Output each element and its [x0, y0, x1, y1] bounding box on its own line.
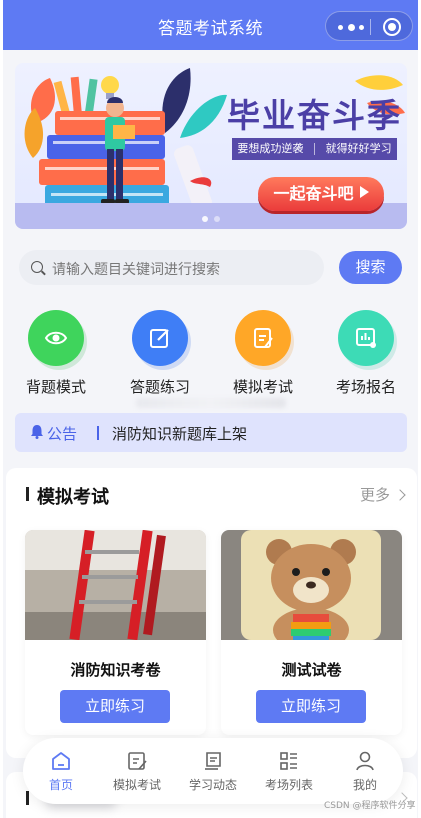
banner-pager	[202, 216, 220, 222]
search-input[interactable]: 请输入题目关键词进行搜索	[19, 250, 324, 285]
banner-cta-button[interactable]: 一起奋斗吧	[258, 177, 384, 211]
banner-headline: 毕业奋斗季	[227, 96, 402, 135]
section-title: 模拟考试	[37, 487, 109, 508]
exam-card-title: 消防知识考卷	[70, 661, 161, 679]
tab-study-news[interactable]: 学习动态	[175, 750, 251, 793]
user-icon	[356, 751, 374, 771]
search-icon	[31, 261, 43, 273]
search-placeholder: 请输入题目关键词进行搜索	[52, 262, 220, 278]
promo-banner[interactable]: 毕业奋斗季 要想成功逆袭 就得好好学习 一起奋斗吧	[15, 63, 407, 229]
notice-bar[interactable]: 公告 消防知识新题库上架	[15, 413, 407, 452]
exam-card[interactable]: 测试试卷 立即练习	[221, 530, 402, 735]
exam-icon	[128, 752, 147, 770]
news-icon	[205, 752, 221, 770]
nav-header: 答题考试系统	[3, 0, 418, 50]
mini-program-capsule	[325, 11, 413, 41]
section-accent	[26, 487, 29, 501]
notice-tag: 公告	[47, 425, 78, 443]
more-label: 更多	[360, 486, 391, 504]
teddy-bear-image	[221, 530, 402, 640]
exam-card[interactable]: 消防知识考卷 立即练习	[25, 530, 206, 735]
search-button[interactable]: 搜索	[339, 251, 402, 284]
edit-icon	[132, 310, 188, 366]
tab-label: 我的	[352, 778, 377, 792]
practice-now-button[interactable]: 立即练习	[60, 690, 170, 723]
signup-board-icon	[338, 310, 394, 366]
tab-mock-exam[interactable]: 模拟考试	[99, 750, 175, 793]
category-label: 考场报名	[335, 378, 396, 396]
notice-divider	[97, 426, 99, 440]
practice-now-button[interactable]: 立即练习	[256, 690, 366, 723]
close-miniprogram-icon[interactable]	[383, 18, 401, 36]
exam-paper-icon	[235, 310, 291, 366]
tab-home[interactable]: 首页	[23, 750, 99, 793]
banner-tagline: 要想成功逆袭 就得好好学习	[232, 138, 397, 160]
category-label: 模拟考试	[232, 378, 293, 396]
more-link[interactable]: 更多	[360, 484, 406, 505]
banner-cta-label: 一起奋斗吧	[273, 184, 354, 203]
tab-label: 考场列表	[264, 778, 313, 792]
ladder-image	[25, 530, 206, 640]
bell-icon	[31, 425, 43, 439]
home-icon	[52, 752, 70, 770]
app-screen: 答题考试系统 毕业奋斗季 要想成功逆袭 就得好好学习 一起奋斗吧 请输入题目关键…	[3, 0, 418, 818]
section-accent	[26, 791, 29, 805]
capsule-divider	[370, 19, 371, 35]
category-label: 答题练习	[129, 378, 190, 396]
play-arrow-icon	[359, 186, 369, 198]
category-recite-mode[interactable]: 背题模式	[16, 310, 96, 397]
pager-dot-active[interactable]	[202, 216, 208, 222]
tab-mine[interactable]: 我的	[327, 750, 403, 793]
tab-label: 首页	[48, 778, 73, 792]
notice-message: 消防知识新题库上架	[112, 425, 248, 443]
list-icon	[280, 752, 297, 770]
tab-label: 学习动态	[188, 778, 237, 792]
eye-icon	[28, 310, 84, 366]
banner-tagline-left: 要想成功逆袭	[237, 142, 304, 155]
tagline-divider	[313, 143, 315, 155]
category-label: 背题模式	[25, 378, 86, 396]
category-mock-exam[interactable]: 模拟考试	[223, 310, 303, 397]
banner-tagline-right: 就得好好学习	[325, 142, 392, 155]
category-exam-signup[interactable]: 考场报名	[326, 310, 406, 397]
category-answer-practice[interactable]: 答题练习	[120, 310, 200, 397]
tab-label: 模拟考试	[112, 778, 161, 792]
exam-card-title: 测试试卷	[281, 661, 342, 679]
chevron-right-icon	[394, 489, 406, 501]
tab-exam-list[interactable]: 考场列表	[251, 750, 327, 793]
blurred-strip	[136, 398, 286, 408]
bottom-tab-bar: 首页 模拟考试 学习动态 考场列表 我的	[23, 738, 403, 804]
mock-exam-section: 模拟考试 更多 消防知识考卷 立即练习 测试试卷 立即练习	[6, 468, 417, 758]
watermark: CSDN @程序软件分享	[324, 801, 416, 811]
more-options-icon[interactable]	[338, 21, 364, 33]
pager-dot[interactable]	[214, 216, 220, 222]
